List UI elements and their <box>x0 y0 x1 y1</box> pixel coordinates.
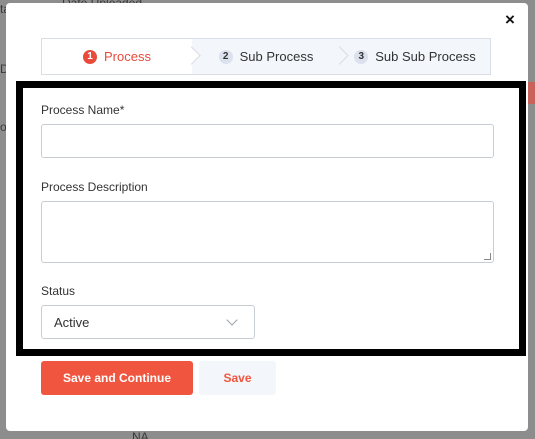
chevron-down-icon <box>226 314 238 326</box>
process-stepper: 1 Process 2 Sub Process 3 Sub Sub Proces… <box>41 38 491 75</box>
status-select[interactable]: Active <box>41 305 255 339</box>
process-name-label: Process Name* <box>41 103 125 117</box>
background-cell: NA <box>132 430 149 439</box>
step-label: Process <box>104 49 151 64</box>
background-button-edge <box>527 82 535 104</box>
step-number-badge: 1 <box>83 49 98 64</box>
step-sub-sub-process[interactable]: 3 Sub Sub Process <box>340 39 490 74</box>
step-sub-process[interactable]: 2 Sub Process <box>192 39 349 74</box>
resize-handle-icon[interactable] <box>484 253 491 260</box>
status-selected-value: Active <box>54 314 90 330</box>
step-number-badge: 3 <box>354 49 369 64</box>
step-label: Sub Process <box>239 49 314 64</box>
close-icon[interactable]: × <box>502 11 518 28</box>
process-description-label: Process Description <box>41 180 148 194</box>
process-description-textarea[interactable] <box>41 201 494 263</box>
save-and-continue-button[interactable]: Save and Continue <box>41 361 193 395</box>
step-process[interactable]: 1 Process <box>42 39 201 74</box>
save-button[interactable]: Save <box>199 361 276 395</box>
step-number-badge: 2 <box>218 49 233 64</box>
status-label: Status <box>41 284 76 298</box>
process-name-input[interactable] <box>41 124 494 158</box>
step-label: Sub Sub Process <box>375 49 476 64</box>
form-highlight-frame: Process Name* Process Description Status… <box>16 81 526 356</box>
create-process-modal: × 1 Process 2 Sub Process 3 Sub Sub Proc… <box>6 3 528 431</box>
